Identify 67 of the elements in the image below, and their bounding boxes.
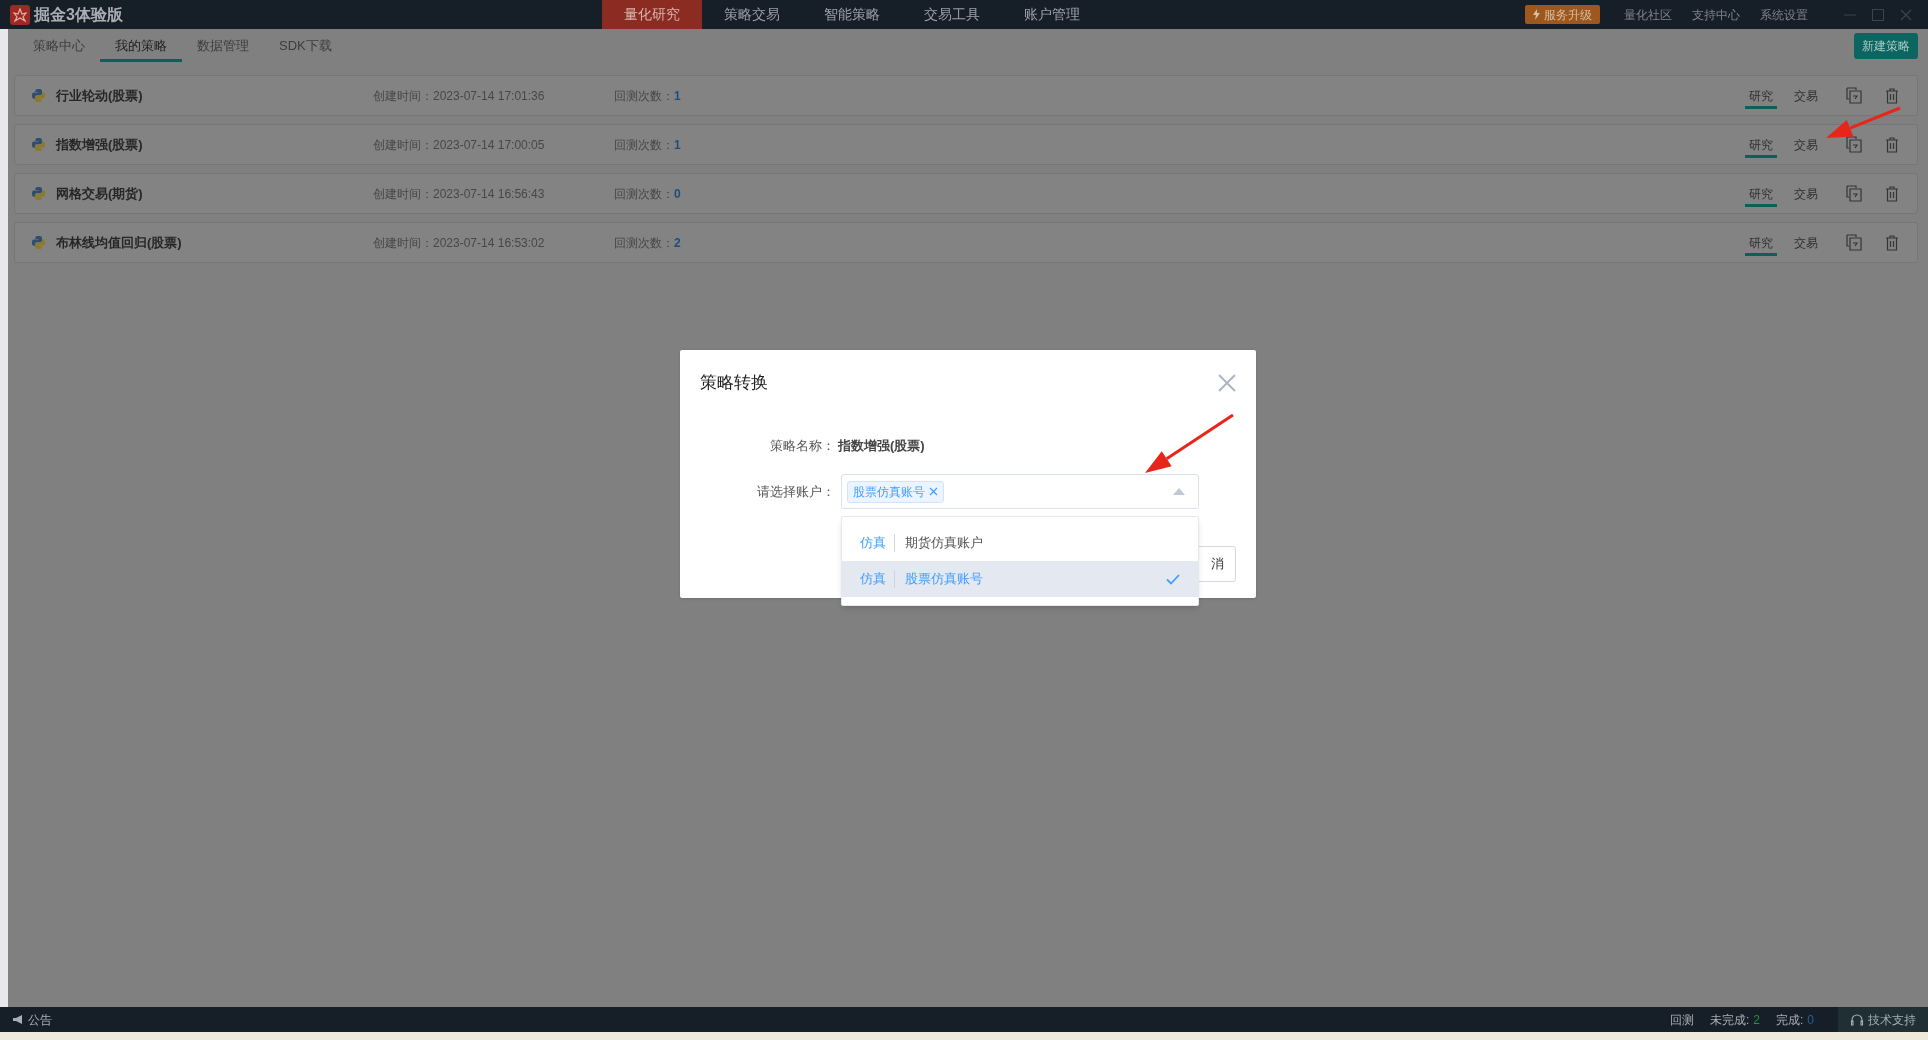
notice-label[interactable]: 公告 [28,1010,52,1029]
new-strategy-button[interactable]: 新建策略 [1854,33,1918,59]
copy-icon[interactable] [1846,136,1863,153]
lightning-icon [1533,9,1540,20]
strategy-name: 网格交易(期货) [56,184,144,203]
upgrade-button[interactable]: 服务升级 [1525,5,1600,24]
pending-label: 未完成: [1709,1011,1750,1029]
remove-icon[interactable] [929,487,938,496]
megaphone-icon [12,1014,24,1025]
mode-tab[interactable]: 研究 [1745,82,1777,109]
python-icon [31,235,46,250]
sub-tab[interactable]: SDK下载 [264,33,347,62]
field-label: 策略名称： [769,436,835,455]
strategy-name-value: 指数增强(股票) [838,436,925,455]
app-title: 掘金3体验版 [34,4,123,25]
backtest-count: 1 [674,136,681,154]
nav-tab[interactable]: 交易工具 [902,0,1002,29]
sub-tab[interactable]: 策略中心 [18,33,100,62]
python-icon [31,186,46,201]
header-link[interactable]: 系统设置 [1760,5,1808,24]
header-link[interactable]: 量化社区 [1624,5,1672,24]
mode-tab[interactable]: 交易 [1790,131,1822,158]
backtest-label: 回测 [1669,1011,1694,1029]
strategy-name: 指数增强(股票) [56,135,144,154]
check-icon [1166,573,1180,585]
account-select[interactable]: 股票仿真账号 [841,474,1199,509]
nav-tab[interactable]: 量化研究 [602,0,702,29]
nav-tab[interactable]: 账户管理 [1002,0,1102,29]
close-icon[interactable] [1900,8,1912,21]
trash-icon[interactable] [1885,234,1899,251]
headset-icon [1850,1012,1864,1027]
copy-icon[interactable] [1846,185,1863,202]
backtest-count: 2 [674,234,681,252]
python-icon [31,137,46,152]
copy-icon[interactable] [1846,87,1863,104]
backtest-count: 0 [674,185,681,203]
python-icon [31,88,46,103]
mode-tab[interactable]: 研究 [1745,180,1777,207]
copy-icon[interactable] [1846,234,1863,251]
mode-tab[interactable]: 研究 [1745,131,1777,158]
header-link[interactable]: 支持中心 [1692,5,1740,24]
mode-tab[interactable]: 交易 [1790,82,1822,109]
field-label: 请选择账户： [756,482,835,501]
done-label: 完成: [1775,1011,1804,1029]
selected-tag: 股票仿真账号 [847,480,944,503]
sub-tab[interactable]: 我的策略 [100,33,182,62]
caret-up-icon[interactable] [1173,488,1185,495]
dropdown-option[interactable]: 仿真 股票仿真账号 [842,561,1198,597]
trash-icon[interactable] [1885,136,1899,153]
mode-tab[interactable]: 交易 [1790,229,1822,256]
close-icon[interactable] [1218,373,1236,392]
dialog-title: 策略转换 [700,372,768,394]
strategy-name: 行业轮动(股票) [56,86,144,105]
sub-tab[interactable]: 数据管理 [182,33,264,62]
trash-icon[interactable] [1885,185,1899,202]
nav-tab[interactable]: 智能策略 [802,0,902,29]
nav-tab[interactable]: 策略交易 [702,0,802,29]
pending-count: 2 [1753,1011,1760,1029]
backtest-count: 1 [674,87,681,105]
support-button[interactable]: 技术支持 [1838,1007,1928,1032]
mode-tab[interactable]: 研究 [1745,229,1777,256]
maximize-icon[interactable] [1872,8,1884,21]
mode-tab[interactable]: 交易 [1790,180,1822,207]
done-count: 0 [1807,1011,1814,1029]
logo-icon [10,4,30,25]
strategy-name: 布林线均值回归(股票) [56,233,183,252]
trash-icon[interactable] [1885,87,1899,104]
